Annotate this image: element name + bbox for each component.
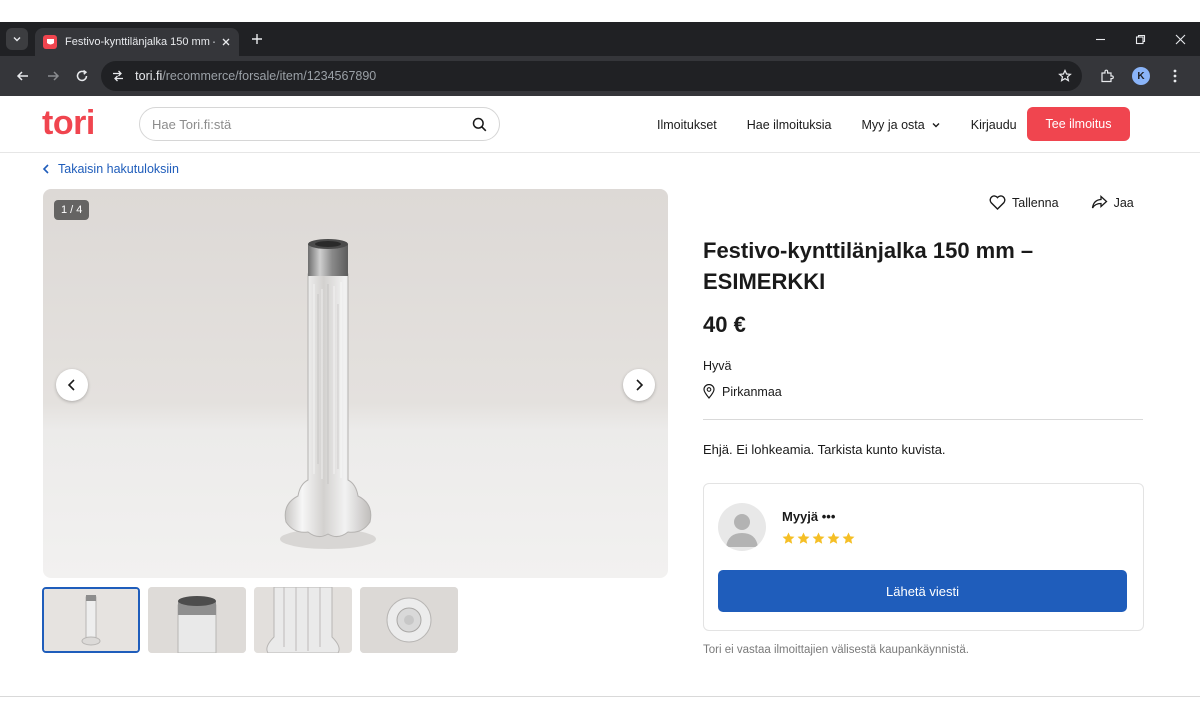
restore-icon[interactable] bbox=[1120, 34, 1160, 45]
thumbnail-2[interactable] bbox=[148, 587, 246, 653]
heart-icon bbox=[989, 195, 1006, 210]
product-image bbox=[280, 239, 376, 549]
search-box[interactable] bbox=[139, 107, 500, 141]
profile-initial: K bbox=[1132, 67, 1150, 85]
star-icon bbox=[797, 532, 810, 544]
main-nav: Ilmoitukset Hae ilmoituksia Myy ja osta … bbox=[657, 96, 1047, 153]
profile-avatar[interactable]: K bbox=[1124, 67, 1158, 85]
item-condition: Hyvä bbox=[703, 359, 732, 373]
back-link-label: Takaisin hakutuloksiin bbox=[58, 162, 179, 176]
chevron-left-icon bbox=[42, 164, 49, 174]
divider bbox=[703, 419, 1143, 420]
thumbnail-3[interactable] bbox=[254, 587, 352, 653]
tab-title: Festivo-kynttilänjalka 150 mm – ESI bbox=[65, 36, 215, 48]
chevron-right-icon bbox=[636, 379, 644, 391]
tori-logo[interactable]: tori bbox=[42, 104, 95, 143]
user-icon bbox=[726, 514, 758, 547]
seller-card: Myyjä ••• Lähetä viesti bbox=[703, 483, 1144, 631]
tori-favicon-icon bbox=[43, 35, 57, 49]
seller-rating bbox=[782, 532, 857, 545]
site-settings-icon[interactable] bbox=[111, 69, 125, 83]
star-icon bbox=[827, 532, 840, 544]
browser-tab-active[interactable]: Festivo-kynttilänjalka 150 mm – ESI bbox=[35, 28, 239, 56]
toolbar: tori.fi/recommerce/forsale/item/12345678… bbox=[0, 56, 1200, 96]
save-button[interactable]: Tallenna bbox=[989, 195, 1059, 210]
listing-title: Festivo-kynttilänjalka 150 mm – ESIMERKK… bbox=[703, 238, 1034, 294]
previous-image-button[interactable] bbox=[56, 369, 88, 401]
listing-actions: Tallenna Jaa bbox=[989, 195, 1134, 210]
seller-name[interactable]: Myyjä ••• bbox=[782, 509, 835, 524]
star-icon bbox=[842, 532, 855, 544]
bookmark-star-icon[interactable] bbox=[1058, 69, 1072, 83]
url-host: tori.fi bbox=[135, 69, 163, 83]
browser-window: Festivo-kynttilänjalka 150 mm – ESI tori… bbox=[0, 22, 1200, 697]
chevron-down-icon bbox=[932, 122, 940, 127]
star-icon bbox=[782, 532, 795, 544]
thumbnail-strip bbox=[42, 587, 466, 653]
reload-icon[interactable] bbox=[67, 61, 97, 91]
back-to-results-link[interactable]: Takaisin hakutuloksiin bbox=[42, 162, 179, 176]
site-header: tori Ilmoitukset Hae ilmoituksia Myy ja … bbox=[0, 96, 1200, 153]
new-tab-icon[interactable] bbox=[251, 33, 263, 45]
create-listing-button[interactable]: Tee ilmoitus bbox=[1027, 107, 1130, 141]
search-icon[interactable] bbox=[472, 117, 487, 132]
minimize-icon[interactable] bbox=[1080, 34, 1120, 45]
image-gallery[interactable]: 1 / 4 bbox=[43, 189, 668, 578]
address-bar[interactable]: tori.fi/recommerce/forsale/item/12345678… bbox=[101, 61, 1082, 91]
location-label: Pirkanmaa bbox=[722, 384, 782, 399]
nav-hae-ilmoituksia[interactable]: Hae ilmoituksia bbox=[747, 118, 832, 132]
url-path: /recommerce/forsale/item/1234567890 bbox=[162, 69, 377, 83]
listing-price: 40 € bbox=[703, 312, 746, 337]
listing-description: Ehjä. Ei lohkeamia. Tarkista kunto kuvis… bbox=[703, 442, 946, 457]
disclaimer-text: Tori ei vastaa ilmoittajien välisestä ka… bbox=[703, 644, 969, 656]
share-icon bbox=[1091, 195, 1108, 209]
tab-strip: Festivo-kynttilänjalka 150 mm – ESI bbox=[0, 22, 1200, 56]
url-text: tori.fi/recommerce/forsale/item/12345678… bbox=[135, 69, 1058, 83]
thumbnail-4[interactable] bbox=[360, 587, 458, 653]
more-menu-icon[interactable] bbox=[1158, 69, 1192, 83]
nav-ilmoitukset[interactable]: Ilmoitukset bbox=[657, 118, 717, 132]
back-arrow-icon[interactable] bbox=[8, 61, 38, 91]
chevron-left-icon bbox=[67, 379, 75, 391]
forward-arrow-icon[interactable] bbox=[38, 61, 68, 91]
close-window-icon[interactable] bbox=[1160, 34, 1200, 45]
image-counter: 1 / 4 bbox=[54, 200, 90, 220]
thumbnail-1[interactable] bbox=[42, 587, 140, 653]
location-pin-icon bbox=[703, 384, 715, 399]
nav-kirjaudu[interactable]: Kirjaudu bbox=[971, 118, 1017, 132]
chevron-down-icon bbox=[13, 37, 21, 42]
window-controls bbox=[1080, 22, 1200, 56]
extensions-icon[interactable] bbox=[1090, 69, 1124, 83]
item-location: Pirkanmaa bbox=[703, 384, 782, 399]
close-tab-icon[interactable] bbox=[221, 37, 231, 47]
search-input[interactable] bbox=[152, 116, 472, 132]
save-label: Tallenna bbox=[1012, 195, 1059, 210]
tab-search-button[interactable] bbox=[6, 28, 28, 50]
share-label: Jaa bbox=[1113, 195, 1134, 210]
share-button[interactable]: Jaa bbox=[1091, 195, 1134, 210]
seller-avatar[interactable] bbox=[718, 503, 766, 551]
nav-myy-ja-osta-label: Myy ja osta bbox=[861, 117, 925, 132]
next-image-button[interactable] bbox=[623, 369, 655, 401]
nav-myy-ja-osta[interactable]: Myy ja osta bbox=[862, 118, 941, 132]
star-icon bbox=[812, 532, 825, 544]
send-message-button[interactable]: Lähetä viesti bbox=[718, 570, 1127, 612]
